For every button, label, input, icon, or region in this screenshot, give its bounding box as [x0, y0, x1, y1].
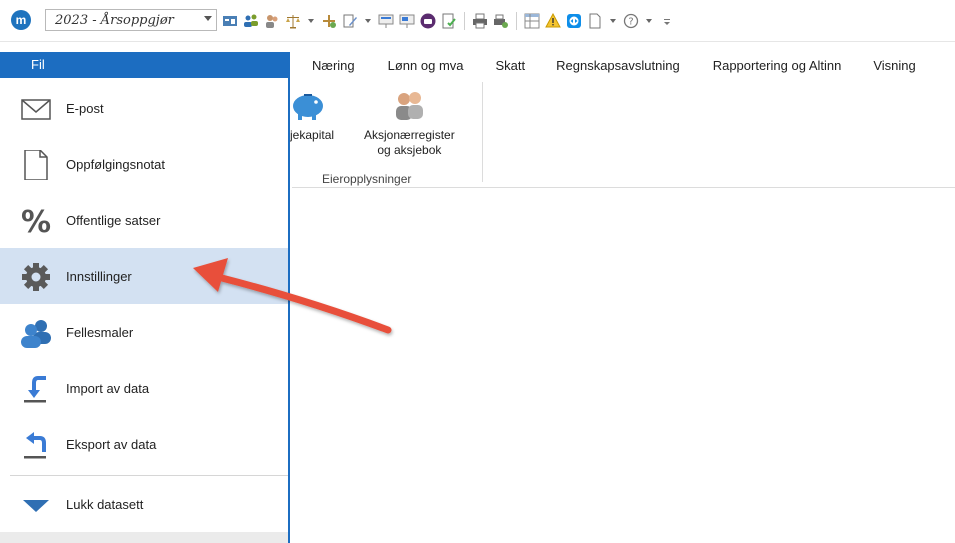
dataset-combo[interactable]: 2023 - Årsoppgjør: [45, 9, 217, 31]
menu-item-label: Eksport av data: [66, 437, 157, 452]
tab-rapportering-og-altinn[interactable]: Rapportering og Altinn: [713, 58, 842, 73]
tab-fil[interactable]: Fil: [0, 52, 290, 78]
tab-lonn-og-mva[interactable]: Lønn og mva: [388, 58, 464, 73]
import-icon: [20, 374, 52, 404]
triangle-down-icon: [20, 490, 52, 520]
menu-item-label: Offentlige satser: [66, 213, 161, 228]
teamviewer-icon[interactable]: [566, 13, 582, 29]
users-icon: [20, 318, 52, 348]
dataset-combo-value: 2023 - Årsoppgjør: [55, 13, 174, 28]
menu-item-eksport-av-data[interactable]: Eksport av data: [0, 416, 288, 472]
export-icon: [20, 430, 52, 460]
warning-icon[interactable]: [545, 13, 561, 29]
edit-icon[interactable]: [342, 13, 358, 29]
menu-item-offentlige-satser[interactable]: % Offentlige satser: [0, 192, 288, 248]
scale-icon[interactable]: [285, 13, 301, 29]
users-icon[interactable]: [243, 13, 259, 29]
backstage-footer: [0, 532, 288, 543]
annotation-arrow: [193, 258, 392, 334]
menu-item-label: Innstillinger: [66, 269, 132, 284]
tab-visning[interactable]: Visning: [873, 58, 915, 73]
chevron-down-icon[interactable]: [308, 19, 314, 23]
envelope-icon: [20, 94, 52, 124]
aksjonaerregister-label-line2: og aksjebok: [377, 143, 442, 157]
aksjonaerregister-label-line1: Aksjonærregister: [364, 128, 455, 142]
tools-icon[interactable]: [321, 13, 337, 29]
aksjonaerregister-button[interactable]: Aksjonærregister og aksjebok: [364, 88, 455, 158]
presentation-alt-icon[interactable]: [399, 13, 415, 29]
ribbon-group-label: Eieropplysninger: [322, 172, 412, 186]
toolbar-separator: [516, 12, 517, 30]
gear-icon: [20, 262, 52, 292]
menu-item-label: Fellesmaler: [66, 325, 134, 340]
aksjekapital-label: sjekapital: [284, 128, 335, 142]
customize-toolbar-icon[interactable]: [659, 13, 675, 29]
app-logo[interactable]: m: [11, 10, 31, 30]
quick-access-icons: ?: [222, 11, 675, 31]
chevron-down-icon[interactable]: [204, 16, 212, 21]
menu-item-label: Lukk datasett: [66, 497, 144, 512]
piggy-bank-icon: [290, 88, 326, 122]
window-icon[interactable]: [222, 13, 238, 29]
tab-naering[interactable]: Næring: [312, 58, 355, 73]
main-area: [292, 189, 955, 543]
quick-access-toolbar: m 2023 - Årsoppgjør ?: [0, 0, 955, 42]
menu-item-label: Oppfølgingsnotat: [66, 157, 166, 172]
table-icon[interactable]: [524, 13, 540, 29]
toolbar-separator: [464, 12, 465, 30]
svg-text:?: ?: [628, 17, 633, 28]
menu-item-e-post[interactable]: E-post: [0, 80, 288, 136]
ribbon-tab-bar: Fil Næring Lønn og mva Skatt Regnskapsav…: [0, 52, 955, 78]
print-edit-icon[interactable]: [493, 13, 509, 29]
tab-skatt[interactable]: Skatt: [496, 58, 526, 73]
chevron-down-icon[interactable]: [646, 19, 652, 23]
help-icon[interactable]: ?: [623, 13, 639, 29]
menu-item-label: Import av data: [66, 381, 150, 396]
menu-item-lukk-datasett[interactable]: Lukk datasett: [0, 476, 288, 532]
chevron-down-icon[interactable]: [610, 19, 616, 23]
menu-item-oppfolgingsnotat[interactable]: Oppfølgingsnotat: [0, 136, 288, 192]
menu-item-import-av-data[interactable]: Import av data: [0, 360, 288, 416]
ribbon-tabs: Næring Lønn og mva Skatt Regnskapsavslut…: [312, 58, 916, 73]
document-check-icon[interactable]: [441, 13, 457, 29]
new-document-icon[interactable]: [587, 13, 603, 29]
ribbon-panel: sjekapital Aksjonærregister og aksjebok …: [284, 78, 955, 188]
shareholders-icon: [391, 88, 427, 122]
brand-icon[interactable]: [420, 13, 436, 29]
menu-item-label: E-post: [66, 101, 104, 116]
aksjekapital-button[interactable]: sjekapital: [284, 88, 334, 143]
presentation-icon[interactable]: [378, 13, 394, 29]
svg-text:%: %: [21, 206, 51, 236]
chevron-down-icon[interactable]: [365, 19, 371, 23]
print-icon[interactable]: [472, 13, 488, 29]
document-icon: [20, 150, 52, 180]
person-icon[interactable]: [264, 13, 280, 29]
percent-icon: %: [20, 206, 52, 236]
tab-regnskapsavslutning[interactable]: Regnskapsavslutning: [556, 58, 680, 73]
ribbon-group-separator: [482, 82, 483, 182]
